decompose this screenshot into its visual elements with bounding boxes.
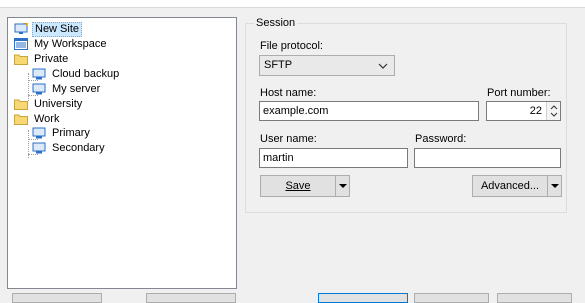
password-label: Password: [415,133,467,145]
chevron-down-icon [378,57,388,75]
tree-item-label: Cloud backup [52,68,120,80]
folder-icon [14,98,28,110]
computer-icon [32,127,46,139]
computer-icon [32,83,46,95]
tree-connector [28,95,38,96]
title-bar-strip [0,0,585,8]
save-label: Save [285,180,311,192]
new-site-icon [14,22,28,35]
close-button[interactable] [414,293,489,303]
site-tree[interactable]: New Site My Workspace Private Cloud back… [7,17,237,289]
workspace-icon [14,38,28,50]
tree-item-label: My server [52,83,101,95]
session-legend: Session [254,17,298,29]
folder-icon [14,53,28,65]
port-number-input[interactable]: 22 [486,101,561,121]
advanced-dropdown-arrow[interactable] [547,176,561,196]
password-input[interactable] [414,148,561,168]
help-button[interactable] [497,293,572,303]
tree-item-label: Secondary [52,142,105,154]
tree-item-label: University [34,98,83,110]
port-number-value: 22 [529,105,542,117]
save-button[interactable]: Save [260,175,350,197]
save-dropdown-arrow[interactable] [335,176,349,196]
tree-item-label: New Site [32,22,83,37]
new-folder-button[interactable] [12,293,102,303]
advanced-button[interactable]: Advanced... [472,175,562,197]
user-name-label: User name: [260,133,317,145]
computer-icon [32,68,46,80]
tree-item-label: Private [34,53,69,65]
tree-connector [28,154,38,155]
file-protocol-select[interactable]: SFTP [259,55,395,76]
host-name-value: example.com [263,105,329,117]
user-name-value: martin [263,152,294,164]
tree-connector [28,139,38,140]
advanced-label: Advanced... [480,180,540,192]
host-name-label: Host name: [260,87,317,99]
host-name-input[interactable]: example.com [259,101,479,121]
port-spinner[interactable] [546,102,560,120]
tree-connector [28,73,29,101]
tree-item-label: Work [34,113,60,125]
user-name-input[interactable]: martin [259,148,408,168]
computer-icon [32,142,46,154]
port-number-label: Port number: [487,87,551,99]
tree-item-label: Primary [52,127,90,139]
manage-button[interactable] [146,293,236,303]
tree-item-label: My Workspace [34,38,107,50]
folder-icon [14,113,28,125]
login-button[interactable] [318,293,408,303]
file-protocol-label: File protocol: [260,40,323,52]
file-protocol-value: SFTP [264,59,293,71]
tree-connector [28,80,38,81]
